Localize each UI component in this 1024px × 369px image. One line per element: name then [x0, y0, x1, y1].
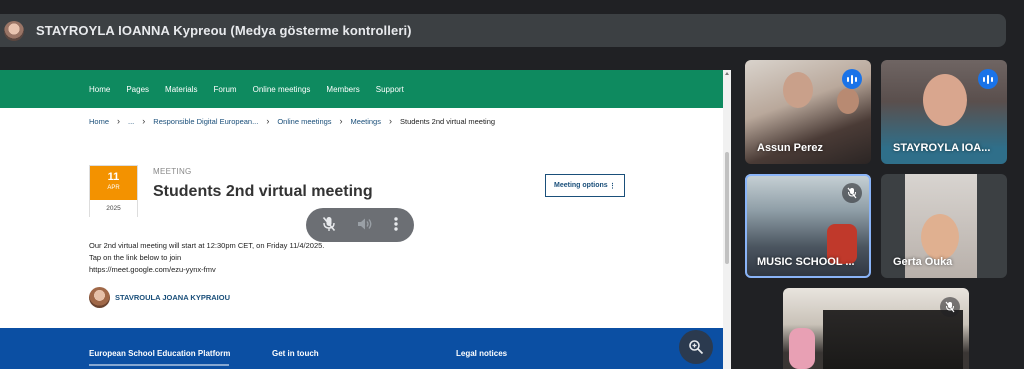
meeting-link[interactable]: https://meet.google.com/ezu-yynx-fmv: [89, 264, 324, 276]
participant-name: STAYROYLA IOA...: [893, 142, 991, 154]
participant-video: [823, 310, 963, 369]
participant-video: [923, 74, 967, 126]
participant-face: [921, 214, 959, 260]
participant-tile[interactable]: STAYROYLA IOA...: [881, 60, 1007, 164]
volume-icon[interactable]: [357, 217, 373, 233]
speaking-indicator-icon: [842, 69, 862, 89]
breadcrumb-online-meetings[interactable]: Online meetings: [277, 117, 331, 126]
participant-video: [837, 88, 859, 114]
participant-tile[interactable]: [783, 288, 969, 369]
mic-off-icon[interactable]: [322, 216, 336, 234]
scrollbar-thumb[interactable]: [725, 152, 729, 264]
nav-item-forum[interactable]: Forum: [213, 85, 236, 94]
site-nav: Home Pages Materials Forum Online meetin…: [0, 70, 723, 108]
participant-name: Assun Perez: [757, 142, 824, 154]
nav-item-home[interactable]: Home: [89, 85, 110, 94]
breadcrumb-meetings[interactable]: Meetings: [351, 117, 381, 126]
scroll-up-icon[interactable]: [725, 72, 729, 75]
breadcrumb-current: Students 2nd virtual meeting: [399, 116, 496, 126]
meeting-kicker: MEETING: [153, 167, 192, 176]
zoom-in-icon: [689, 340, 704, 355]
meeting-title: Students 2nd virtual meeting: [153, 183, 373, 200]
breadcrumb: Home › ... › Responsible Digital Europea…: [89, 116, 495, 126]
site-footer: European School Education Platform Get i…: [0, 328, 723, 369]
description-line: Our 2nd virtual meeting will start at 12…: [89, 241, 325, 250]
more-vert-icon[interactable]: [393, 217, 398, 233]
participant-video: [783, 72, 813, 108]
participant-tile[interactable]: Assun Perez: [745, 60, 871, 164]
meeting-description: Our 2nd virtual meeting will start at 12…: [89, 240, 324, 276]
breadcrumb-home[interactable]: Home: [89, 117, 109, 126]
chevron-right-icon: ›: [339, 116, 343, 126]
participant-name: MUSIC SCHOOL ...: [757, 256, 855, 268]
date-month: APR: [107, 185, 120, 191]
chevron-right-icon: ›: [117, 116, 121, 126]
footer-heading-platform: European School Education Platform: [89, 349, 231, 358]
date-day: 11: [107, 171, 120, 183]
footer-subtext: [89, 364, 229, 366]
meeting-options-label: Meeting options: [554, 182, 608, 189]
breadcrumb-ellipsis[interactable]: ...: [128, 117, 134, 126]
mic-off-icon: [842, 183, 862, 203]
participant-tile[interactable]: MUSIC SCHOOL ...: [745, 174, 871, 278]
meeting-options-button[interactable]: Meeting options ⋮: [545, 174, 625, 197]
page-scrollbar[interactable]: [723, 70, 731, 369]
footer-heading-contact: Get in touch: [272, 349, 319, 358]
presenter-title: STAYROYLA IOANNA Kypreou (Medya gösterme…: [36, 23, 412, 38]
description-line: Tap on the link below to join: [89, 253, 182, 262]
media-controls: [306, 208, 414, 242]
breadcrumb-group[interactable]: Responsible Digital European...: [153, 117, 258, 126]
presenter-bar: STAYROYLA IOANNA Kypreou (Medya gösterme…: [0, 14, 1006, 47]
chevron-right-icon: ›: [266, 116, 270, 126]
author-name[interactable]: STAVROULA JOANA KYPRAIOU: [115, 293, 230, 302]
nav-item-materials[interactable]: Materials: [165, 85, 197, 94]
speaking-indicator-icon: [978, 69, 998, 89]
date-year: 2025: [90, 200, 137, 217]
presenter-avatar: [4, 20, 24, 41]
participant-tile[interactable]: Gerta Ouka: [881, 174, 1007, 278]
meet-window: STAYROYLA IOANNA Kypreou (Medya gösterme…: [0, 0, 1024, 369]
nav-item-online-meetings[interactable]: Online meetings: [253, 85, 311, 94]
nav-item-pages[interactable]: Pages: [126, 85, 149, 94]
zoom-in-button[interactable]: [679, 330, 713, 364]
footer-heading-legal: Legal notices: [456, 349, 508, 358]
participant-name: Gerta Ouka: [893, 256, 953, 268]
date-badge: 11 APR 2025: [89, 165, 138, 217]
chevron-right-icon: ›: [388, 116, 392, 126]
participant-figure: [789, 328, 815, 369]
mic-off-icon: [940, 297, 960, 317]
author[interactable]: STAVROULA JOANA KYPRAIOU: [89, 287, 230, 308]
chevron-right-icon: ›: [142, 116, 146, 126]
nav-item-members[interactable]: Members: [326, 85, 359, 94]
nav-item-support[interactable]: Support: [376, 85, 404, 94]
more-vert-icon: ⋮: [609, 182, 616, 190]
author-avatar: [89, 287, 110, 308]
